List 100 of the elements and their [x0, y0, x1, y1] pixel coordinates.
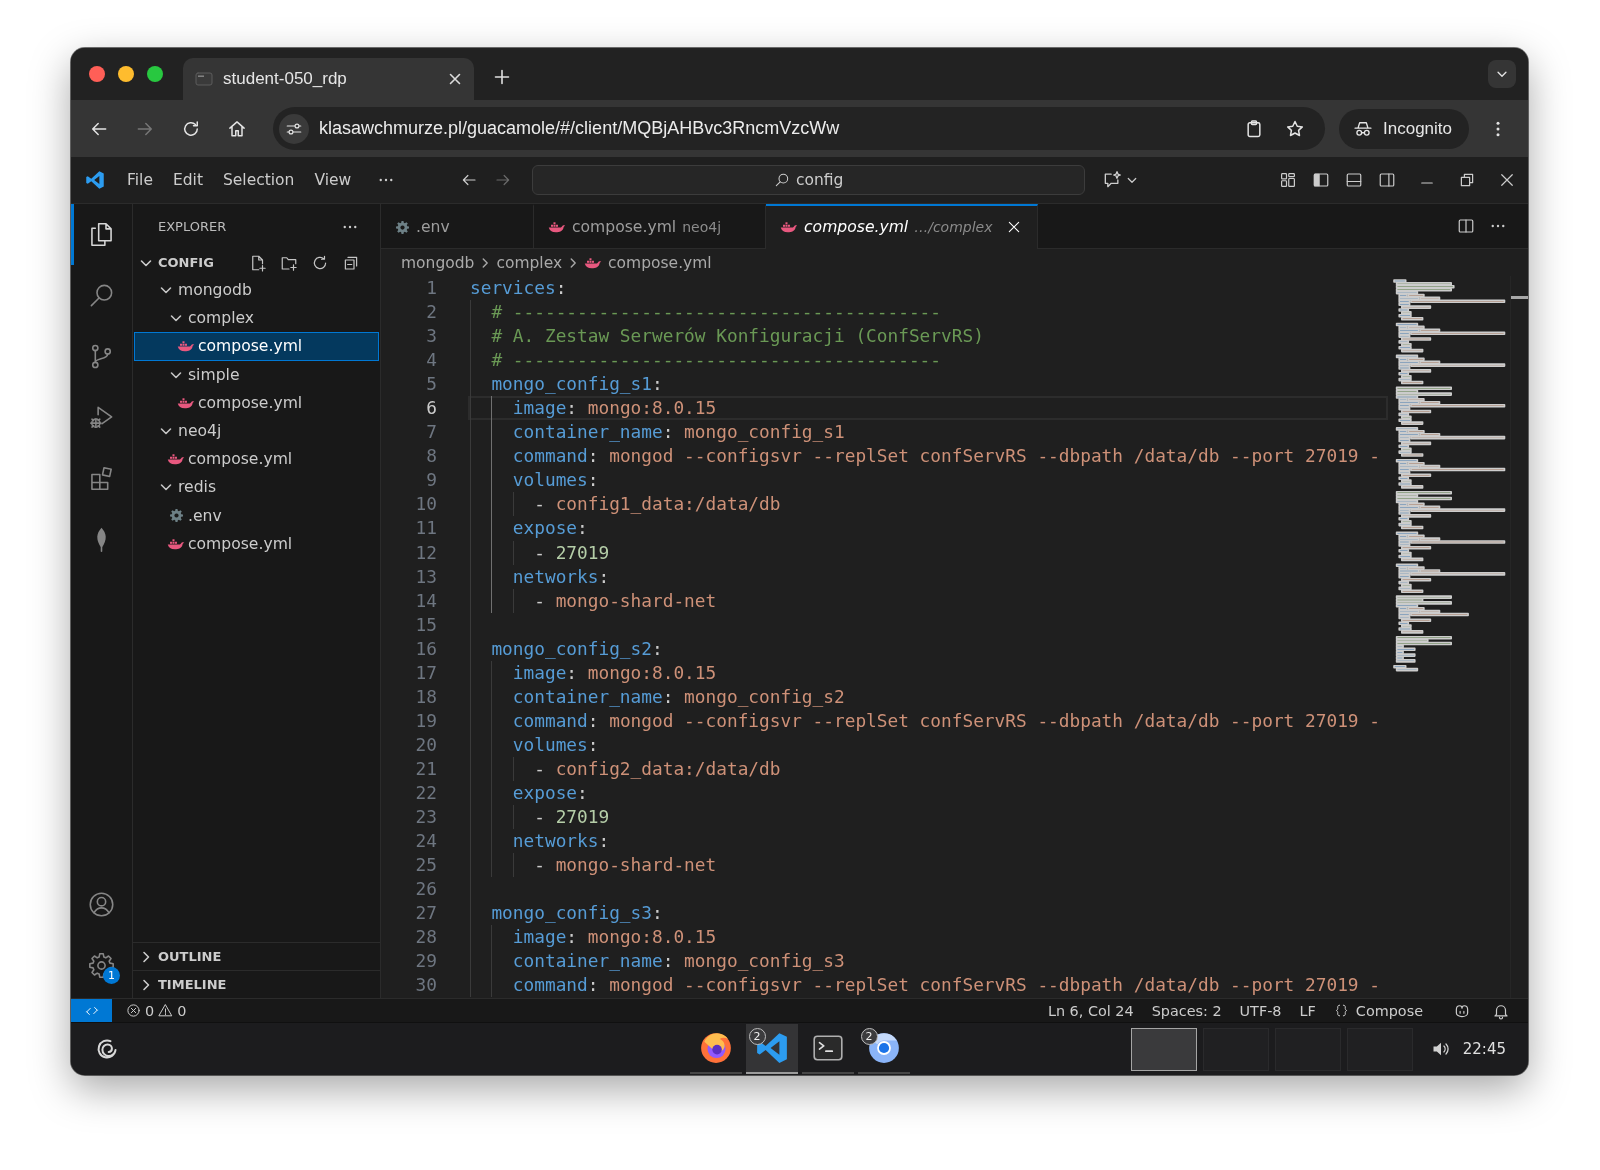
- settings-icon: [88, 952, 115, 979]
- incognito-button[interactable]: Incognito: [1339, 108, 1469, 149]
- menu-item[interactable]: Selection: [212, 168, 305, 192]
- line-number: 2: [425, 300, 437, 325]
- tree-item[interactable]: compose.yml: [134, 445, 379, 474]
- line-number: 28: [414, 925, 437, 950]
- line-number: 26: [414, 877, 437, 902]
- line-number: 16: [414, 636, 437, 661]
- site-info-button[interactable]: [279, 113, 309, 144]
- browser-icon: [866, 1031, 901, 1065]
- breadcrumb-item[interactable]: compose.yml: [608, 253, 712, 272]
- taskbar-app[interactable]: 2: [745, 1024, 798, 1074]
- error-icon: [126, 1003, 141, 1018]
- tree-item[interactable]: compose.yml: [134, 332, 379, 361]
- tree-item[interactable]: complex: [134, 304, 379, 333]
- code-line: - mongo-shard-net: [534, 853, 717, 878]
- line-number: 29: [414, 949, 437, 974]
- editor-tab[interactable]: compose.yml …/complex: [766, 203, 1038, 249]
- browser-icon: [698, 1031, 733, 1065]
- status-item[interactable]: LF: [1290, 999, 1325, 1022]
- chat-sparkle-icon[interactable]: [1102, 170, 1123, 190]
- language-button[interactable]: Compose: [1324, 999, 1432, 1022]
- blocks-icon: [88, 465, 115, 492]
- code-line: image: mongo:8.0.15: [512, 660, 717, 685]
- split-layout-icon[interactable]: [1378, 171, 1396, 189]
- section-header[interactable]: TIMELINE: [133, 971, 380, 998]
- tree-item[interactable]: compose.yml: [134, 529, 379, 558]
- taskbar-app[interactable]: 2: [857, 1024, 910, 1074]
- screen-icon: [195, 70, 213, 88]
- tree-item[interactable]: .env: [134, 501, 379, 530]
- gear-icon: [168, 508, 184, 524]
- code-line: container_name: mongo_config_s1: [512, 420, 845, 445]
- swirl-icon[interactable]: [95, 1037, 119, 1061]
- panel-toggle-icon[interactable]: [1345, 171, 1363, 189]
- split-view-icon[interactable]: [1457, 217, 1475, 235]
- breadcrumb-item[interactable]: complex: [496, 253, 563, 272]
- line-number: 3: [425, 324, 437, 349]
- reload-icon[interactable]: [181, 118, 201, 139]
- close-icon[interactable]: [447, 71, 463, 87]
- line-number: 10: [414, 492, 437, 517]
- tree-item[interactable]: simple: [134, 360, 379, 389]
- code-line: # A. Zestaw Serwerów Konfiguracji (ConfServRS): [491, 324, 984, 349]
- refresh-icon[interactable]: [311, 253, 329, 272]
- line-number: 1: [425, 276, 437, 300]
- clipboard-icon[interactable]: [1244, 118, 1264, 139]
- activity-button[interactable]: 1: [71, 935, 132, 996]
- tree-item[interactable]: neo4j: [134, 416, 379, 446]
- code-line: image: mongo:8.0.15: [512, 925, 717, 950]
- status-item[interactable]: Ln 6, Col 24: [1038, 999, 1143, 1022]
- files-icon: [88, 221, 115, 248]
- whale-icon: [167, 453, 185, 466]
- search-field[interactable]: config: [532, 165, 1086, 195]
- browser-tab[interactable]: student-050_rdp: [183, 58, 474, 100]
- status-item[interactable]: UTF-8: [1230, 999, 1291, 1022]
- search-icon: [88, 282, 115, 309]
- menu-item[interactable]: View: [304, 168, 362, 192]
- line-number: 19: [414, 708, 437, 733]
- tree-item[interactable]: mongodb: [134, 276, 379, 305]
- search-icon: [774, 172, 790, 188]
- line-number: 24: [414, 829, 437, 854]
- line-number: 9: [425, 468, 437, 493]
- menu-item[interactable]: File: [117, 168, 163, 192]
- count-badge: 2: [748, 1028, 766, 1045]
- line-number: 11: [414, 516, 437, 541]
- line-number: 20: [414, 732, 437, 757]
- whale-icon: [167, 537, 185, 550]
- window-close-button[interactable]: [89, 66, 105, 82]
- star-icon[interactable]: [1285, 118, 1305, 139]
- line-number: 22: [414, 781, 437, 805]
- notification-badge: 1: [103, 967, 120, 984]
- tree-item[interactable]: redis: [134, 473, 379, 502]
- clock-time: 22:45: [1462, 1040, 1506, 1058]
- sidebar-toggle-icon[interactable]: [1312, 171, 1330, 189]
- status-item[interactable]: Spaces: 2: [1142, 999, 1231, 1022]
- address-bar[interactable]: klasawchmurze.pl/guacamole/#/client/MQBjAHBvc3RncmVzcWw: [273, 107, 1325, 150]
- section-header[interactable]: CONFIG: [133, 249, 380, 276]
- code-line: container_name: mongo_config_s2: [512, 684, 845, 709]
- tab-search-button[interactable]: [1488, 60, 1516, 88]
- breadcrumb-item[interactable]: mongodb: [401, 253, 475, 272]
- tree-item[interactable]: compose.yml: [134, 388, 379, 417]
- editor-tab[interactable]: .env: [381, 203, 534, 249]
- file-plus-icon[interactable]: [249, 253, 267, 272]
- code-line: expose:: [512, 781, 588, 805]
- window-zoom-button[interactable]: [147, 66, 163, 82]
- plus-icon[interactable]: [494, 69, 510, 85]
- code-editor-icon: [754, 1031, 789, 1065]
- problems-button[interactable]: 0 0: [117, 999, 196, 1022]
- code-line: mongo_config_s2:: [491, 636, 663, 661]
- restore-icon[interactable]: [1458, 171, 1476, 189]
- line-number: 7: [425, 420, 437, 445]
- home-icon[interactable]: [227, 118, 247, 139]
- menu-item[interactable]: Edit: [162, 168, 213, 192]
- section-header[interactable]: OUTLINE: [133, 943, 380, 970]
- desktop-thumbnail[interactable]: [1130, 1027, 1197, 1071]
- close-icon[interactable]: [1498, 171, 1516, 189]
- code-line: - mongo-shard-net: [534, 588, 717, 613]
- code-line: networks:: [512, 564, 610, 589]
- layout-grid-icon[interactable]: [1279, 171, 1297, 189]
- code-line: networks:: [512, 829, 610, 854]
- window-minimize-button[interactable]: [118, 66, 134, 82]
